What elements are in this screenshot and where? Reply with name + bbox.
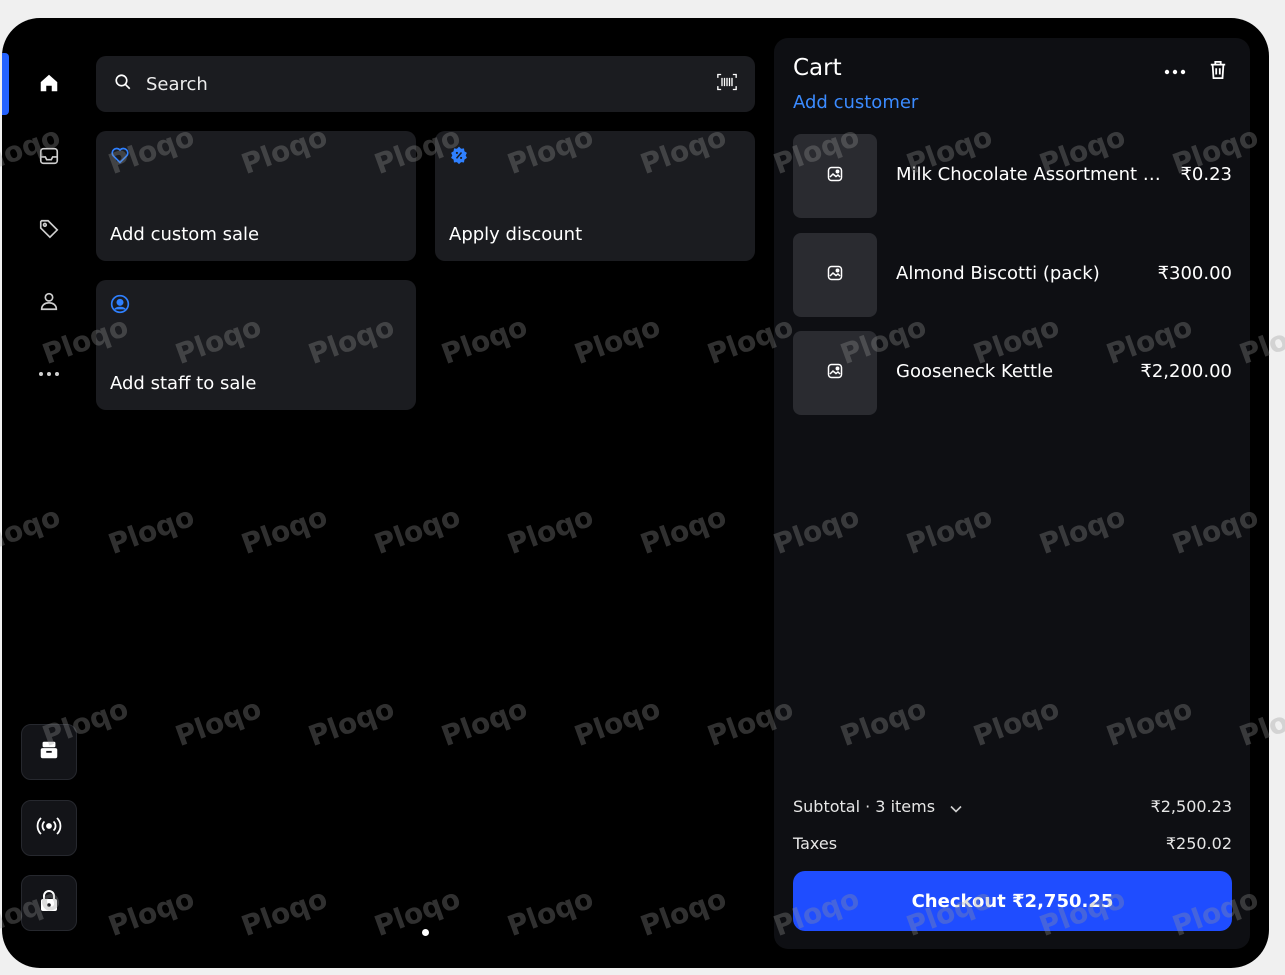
inbox-icon[interactable] — [36, 143, 62, 169]
cart-item-price: ₹2,200.00 — [1140, 361, 1232, 382]
barcode-scan-icon[interactable] — [717, 73, 737, 95]
add-custom-sale-tile[interactable]: Add custom sale — [96, 131, 416, 261]
lock-icon — [39, 890, 59, 916]
chevron-down-icon[interactable] — [950, 798, 962, 817]
cart-item-name: Almond Biscotti (pack) — [896, 263, 1100, 284]
lock-button[interactable] — [21, 875, 77, 931]
apply-discount-tile[interactable]: Apply discount — [435, 131, 755, 261]
tile-label: Add custom sale — [110, 224, 260, 245]
broadcast-icon — [36, 815, 62, 841]
image-placeholder-icon — [827, 265, 843, 285]
cart-item[interactable]: Gooseneck Kettle ₹2,200.00 — [793, 331, 1232, 415]
broadcast-button[interactable] — [21, 800, 77, 856]
product-thumbnail — [793, 233, 877, 317]
more-options-icon[interactable] — [1162, 60, 1188, 84]
cart-item-price: ₹0.23 — [1180, 164, 1232, 185]
add-staff-to-sale-tile[interactable]: Add staff to sale — [96, 280, 416, 410]
taxes-label: Taxes — [793, 834, 838, 853]
tag-icon[interactable] — [36, 216, 62, 242]
cart-item[interactable]: Almond Biscotti (pack) ₹300.00 — [793, 233, 1232, 317]
search-icon — [114, 73, 132, 95]
add-customer-link[interactable]: Add customer — [793, 92, 918, 113]
heart-outline-icon — [110, 145, 130, 165]
product-thumbnail — [793, 134, 877, 218]
register-icon — [38, 739, 60, 765]
active-nav-indicator — [2, 53, 9, 115]
cart-item-name: Milk Chocolate Assortment (box) — [896, 164, 1166, 185]
subtotal-value: ₹2,500.23 — [1150, 797, 1232, 816]
tile-label: Apply discount — [449, 224, 583, 245]
trash-icon[interactable] — [1206, 58, 1230, 82]
register-button[interactable] — [21, 724, 77, 780]
checkout-button[interactable]: Checkout ₹2,750.25 — [793, 871, 1232, 931]
cart-item[interactable]: Milk Chocolate Assortment (box) ₹0.23 — [793, 134, 1232, 218]
user-icon[interactable] — [36, 288, 62, 314]
home-icon[interactable] — [36, 70, 62, 96]
cart-panel: Cart Add customer Milk Chocolate Assortm… — [774, 38, 1250, 949]
cart-item-price: ₹300.00 — [1157, 263, 1232, 284]
image-placeholder-icon — [827, 363, 843, 383]
product-thumbnail — [793, 331, 877, 415]
pos-device-frame: Search Add custom sale Apply discount Ad… — [2, 18, 1269, 968]
image-placeholder-icon — [827, 166, 843, 186]
taxes-row: Taxes ₹250.02 — [793, 834, 1232, 853]
subtotal-row[interactable]: Subtotal · 3 items ₹2,500.23 — [793, 797, 1232, 817]
user-circle-icon — [110, 294, 130, 314]
page-indicator-dot — [422, 929, 429, 936]
search-input[interactable]: Search — [146, 74, 717, 95]
subtotal-label: Subtotal · 3 items — [793, 797, 936, 816]
search-bar[interactable]: Search — [96, 56, 755, 112]
tile-label: Add staff to sale — [110, 373, 257, 394]
discount-badge-icon — [449, 145, 469, 165]
taxes-value: ₹250.02 — [1165, 834, 1232, 853]
cart-item-name: Gooseneck Kettle — [896, 361, 1054, 382]
cart-title: Cart — [793, 55, 842, 81]
more-horizontal-icon[interactable] — [36, 361, 62, 387]
